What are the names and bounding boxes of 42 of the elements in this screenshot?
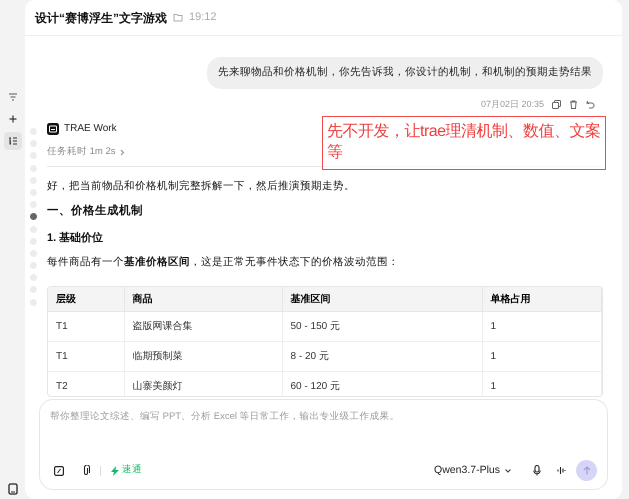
column-header: 层级 <box>48 286 124 312</box>
microphone-icon[interactable] <box>533 465 541 476</box>
lightning-icon <box>111 466 119 476</box>
folder-icon <box>173 13 183 22</box>
column-header: 基准区间 <box>282 286 482 312</box>
paragraph: 每件商品有一个基准价格区间，这是正常无事件状态下的价格波动范围： <box>47 255 400 270</box>
task-duration[interactable]: 任务耗时 1m 2s <box>47 145 116 160</box>
model-selector[interactable]: Qwen3.7-Plus <box>434 462 511 478</box>
chat-time: 19:12 <box>189 10 217 26</box>
table-cell: 1 <box>482 312 602 342</box>
paragraph: 好，把当前物品和价格机制完整拆解一下，然后推演预期走势。 <box>47 178 356 194</box>
section-heading: 一、价格生成机制 <box>47 203 144 220</box>
outline-icon[interactable] <box>4 132 22 150</box>
chevron-right-icon[interactable] <box>120 148 125 156</box>
message-time: 07月02日 20:35 <box>480 98 544 111</box>
assistant-name: TRAE Work <box>64 122 117 136</box>
chevron-down-icon <box>505 468 511 472</box>
chat-title: 设计“赛博浮生”文字游戏 <box>35 10 167 26</box>
book-icon[interactable] <box>8 483 18 495</box>
terminal-logo-icon <box>47 122 59 135</box>
table-cell: 1 <box>482 342 602 372</box>
table-cell: 50 - 150 元 <box>282 312 482 342</box>
user-message: 先来聊物品和价格机制，你先告诉我，你设计的机制，和机制的预期走势结果 <box>207 57 603 89</box>
waveform-icon[interactable] <box>557 466 566 475</box>
column-header: 商品 <box>124 286 282 312</box>
table-cell: 盗版网课合集 <box>124 312 282 342</box>
trash-icon[interactable] <box>569 100 578 109</box>
table-cell: T1 <box>48 312 124 342</box>
speed-mode-button[interactable]: 速通 <box>111 463 142 478</box>
arrow-up-icon <box>582 466 590 475</box>
compose-icon[interactable] <box>54 466 64 476</box>
copy-icon[interactable] <box>552 100 561 109</box>
table-cell: 临期预制菜 <box>124 342 282 372</box>
table-cell: T1 <box>48 342 124 372</box>
table-cell: 8 - 20 元 <box>282 342 482 372</box>
annotation-box: 先不开发，让trae理清机制、数值、文案等 <box>322 116 606 170</box>
paperclip-icon[interactable] <box>82 465 90 476</box>
message-input[interactable]: 帮你整理论文综述、编写 PPT、分析 Excel 等日常工作，输出专业级工作成果。 <box>50 410 597 424</box>
undo-icon[interactable] <box>586 100 595 109</box>
send-button[interactable] <box>576 460 597 481</box>
subsection-heading: 1. 基础价位 <box>47 230 104 246</box>
column-header: 单格占用 <box>482 286 602 312</box>
